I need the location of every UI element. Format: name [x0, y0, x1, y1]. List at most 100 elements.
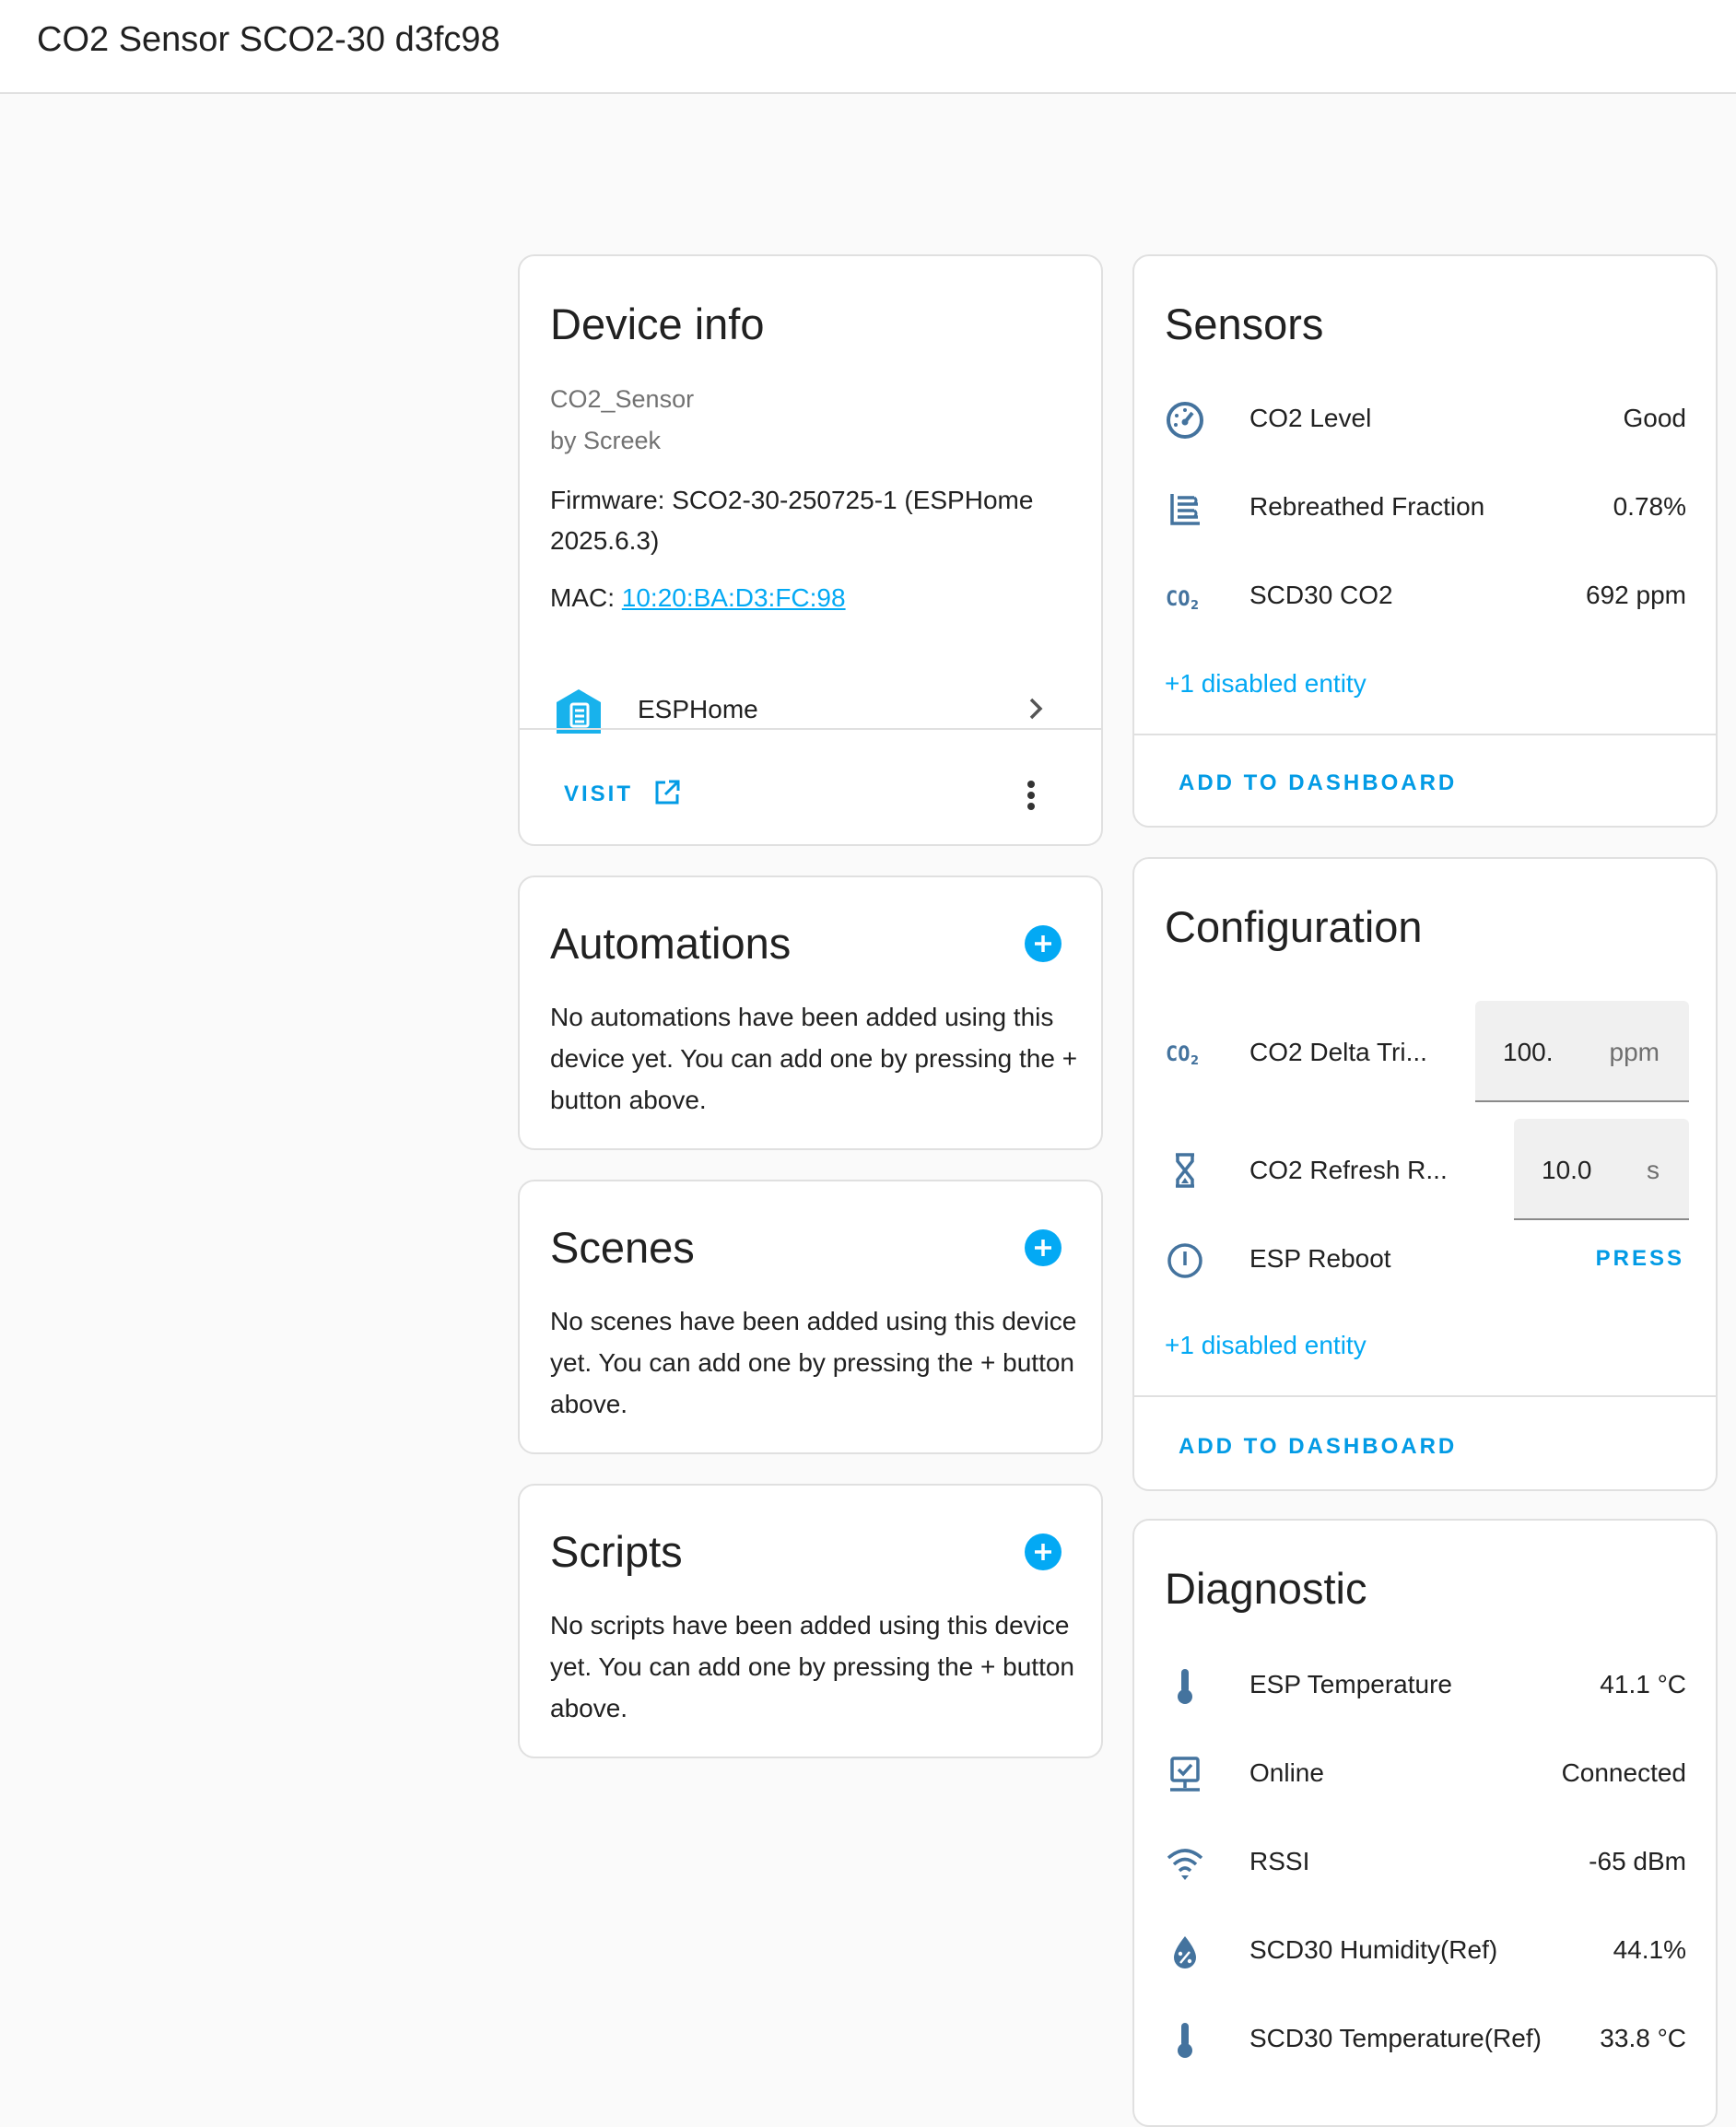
press-button[interactable]: PRESS — [1596, 1246, 1684, 1272]
diagnostic-name: ESP Temperature — [1249, 1670, 1452, 1698]
chevron-right-icon — [1022, 695, 1050, 727]
configuration-add-to-dashboard-button[interactable]: ADD TO DASHBOARD — [1179, 1434, 1457, 1460]
svg-text:CO: CO — [1166, 588, 1191, 611]
restart-icon — [1165, 1240, 1205, 1281]
input-value: 10.0 — [1542, 1156, 1592, 1184]
mac-link[interactable]: 10:20:BA:D3:FC:98 — [622, 583, 846, 612]
scripts-title: Scripts — [550, 1527, 683, 1576]
scripts-text-3: above. — [550, 1694, 628, 1722]
water-percent-icon — [1165, 1932, 1205, 1972]
lungs-icon — [1165, 488, 1205, 529]
automations-text-2: device yet. You can add one by pressing … — [550, 1044, 1078, 1073]
automations-card: Automations No automations have been add… — [518, 875, 1103, 1150]
diagnostic-name: SCD30 Humidity(Ref) — [1249, 1935, 1498, 1964]
scenes-card: Scenes No scenes have been added using t… — [518, 1180, 1103, 1454]
sensor-row-scd30-co2[interactable]: CO 2 SCD30 CO2 692 ppm — [1134, 568, 1716, 623]
config-name: CO2 Delta Tri... — [1249, 1038, 1427, 1066]
automations-text-1: No automations have been added using thi… — [550, 1003, 1054, 1031]
firmware-line-1: Firmware: SCO2-30-250725-1 (ESPHome — [550, 486, 1034, 514]
wifi-icon — [1165, 1843, 1205, 1884]
configuration-disabled-entities[interactable]: +1 disabled entity — [1165, 1331, 1367, 1360]
device-info-title: Device info — [550, 300, 765, 348]
co2-icon: CO 2 — [1165, 577, 1205, 617]
device-info-card: Device info CO2_Sensor by Screek Firmwar… — [518, 254, 1103, 846]
input-value: 100. — [1503, 1038, 1554, 1066]
plus-icon — [1035, 935, 1051, 952]
sensors-disabled-entities[interactable]: +1 disabled entity — [1165, 669, 1367, 699]
add-scene-button[interactable] — [1025, 1229, 1062, 1266]
config-row-co2-refresh: CO2 Refresh R... 10.0 s — [1134, 1119, 1716, 1220]
monitor-check-icon — [1165, 1755, 1205, 1795]
device-manufacturer: by Screek — [550, 427, 662, 454]
diagnostic-title: Diagnostic — [1165, 1564, 1367, 1613]
diagnostic-card: Diagnostic ESP Temperature 41.1 °C Onlin… — [1132, 1519, 1718, 2127]
sensor-value: 0.78% — [1613, 492, 1686, 521]
sensors-add-to-dashboard-button[interactable]: ADD TO DASHBOARD — [1179, 770, 1457, 796]
configuration-card: Configuration CO 2 CO2 Delta Tri... 100.… — [1132, 857, 1718, 1491]
sensor-row-rebreathed-fraction[interactable]: Rebreathed Fraction 0.78% — [1134, 479, 1716, 535]
diagnostic-value: -65 dBm — [1589, 1847, 1686, 1875]
add-automation-button[interactable] — [1025, 925, 1062, 962]
diagnostic-value: 33.8 °C — [1600, 2024, 1686, 2052]
co2-delta-input[interactable]: 100. ppm — [1475, 1001, 1689, 1102]
automations-title: Automations — [550, 919, 792, 968]
sensors-title: Sensors — [1165, 300, 1324, 348]
sensors-card: Sensors CO2 Level Good Rebreathed Fracti… — [1132, 254, 1718, 828]
scripts-text-2: yet. You can add one by pressing the + b… — [550, 1652, 1074, 1681]
open-in-new-icon — [652, 778, 682, 812]
sensor-name: Rebreathed Fraction — [1249, 492, 1485, 521]
top-app-bar: CO2 Sensor SCO2-30 d3fc98 — [0, 0, 1736, 94]
co2-refresh-input[interactable]: 10.0 s — [1514, 1119, 1689, 1220]
configuration-title: Configuration — [1165, 902, 1423, 951]
plus-icon — [1035, 1544, 1051, 1560]
config-name: CO2 Refresh R... — [1249, 1156, 1448, 1184]
diagnostic-row-scd30-humidity[interactable]: SCD30 Humidity(Ref) 44.1% — [1134, 1922, 1716, 1978]
thermometer-icon — [1165, 1666, 1205, 1707]
diagnostic-row-rssi[interactable]: RSSI -65 dBm — [1134, 1834, 1716, 1889]
diagnostic-name: Online — [1249, 1758, 1324, 1787]
card-divider — [520, 728, 1101, 730]
diagnostic-row-scd30-temperature[interactable]: SCD30 Temperature(Ref) 33.8 °C — [1134, 2011, 1716, 2066]
scripts-card: Scripts No scripts have been added using… — [518, 1484, 1103, 1758]
sensor-name: CO2 Level — [1249, 404, 1372, 432]
visit-button[interactable]: VISIT — [564, 772, 693, 818]
config-name: ESP Reboot — [1249, 1244, 1391, 1273]
diagnostic-row-online[interactable]: Online Connected — [1134, 1745, 1716, 1801]
device-model: CO2_Sensor — [550, 385, 695, 413]
sensor-name: SCD30 CO2 — [1249, 581, 1393, 609]
automations-text-3: button above. — [550, 1086, 707, 1114]
scenes-text-3: above. — [550, 1390, 628, 1418]
scripts-text-1: No scripts have been added using this de… — [550, 1611, 1070, 1639]
plus-icon — [1035, 1240, 1051, 1256]
diagnostic-value: 41.1 °C — [1600, 1670, 1686, 1698]
sensor-value: 692 ppm — [1586, 581, 1686, 609]
config-row-co2-delta: CO 2 CO2 Delta Tri... 100. ppm — [1134, 1001, 1716, 1102]
svg-text:2: 2 — [1191, 1054, 1199, 1068]
hourglass-icon — [1165, 1150, 1205, 1191]
svg-text:2: 2 — [1191, 599, 1199, 613]
thermometer-icon — [1165, 2020, 1205, 2061]
diagnostic-name: SCD30 Temperature(Ref) — [1249, 2024, 1542, 2052]
config-row-esp-reboot: ESP Reboot PRESS — [1134, 1231, 1716, 1287]
add-script-button[interactable] — [1025, 1534, 1062, 1570]
input-unit: ppm — [1609, 1038, 1660, 1066]
gauge-icon — [1165, 400, 1205, 441]
input-unit: s — [1647, 1156, 1660, 1184]
integration-label: ESPHome — [638, 695, 758, 723]
diagnostic-row-esp-temperature[interactable]: ESP Temperature 41.1 °C — [1134, 1657, 1716, 1712]
visit-label: VISIT — [564, 781, 634, 806]
scenes-text-1: No scenes have been added using this dev… — [550, 1307, 1077, 1335]
more-vert-icon[interactable] — [1013, 772, 1050, 818]
card-divider — [1134, 1395, 1716, 1397]
integration-row[interactable]: ESPHome — [520, 662, 1101, 756]
page-title: CO2 Sensor SCO2-30 d3fc98 — [37, 20, 500, 59]
card-divider — [1134, 734, 1716, 735]
firmware-line-2: 2025.6.3) — [550, 526, 660, 555]
scenes-title: Scenes — [550, 1223, 695, 1272]
diagnostic-value: 44.1% — [1613, 1935, 1686, 1964]
sensor-row-co2-level[interactable]: CO2 Level Good — [1134, 391, 1716, 446]
sensor-value: Good — [1623, 404, 1687, 432]
diagnostic-value: Connected — [1561, 1758, 1686, 1787]
scenes-text-2: yet. You can add one by pressing the + b… — [550, 1348, 1074, 1377]
svg-text:CO: CO — [1166, 1043, 1191, 1066]
